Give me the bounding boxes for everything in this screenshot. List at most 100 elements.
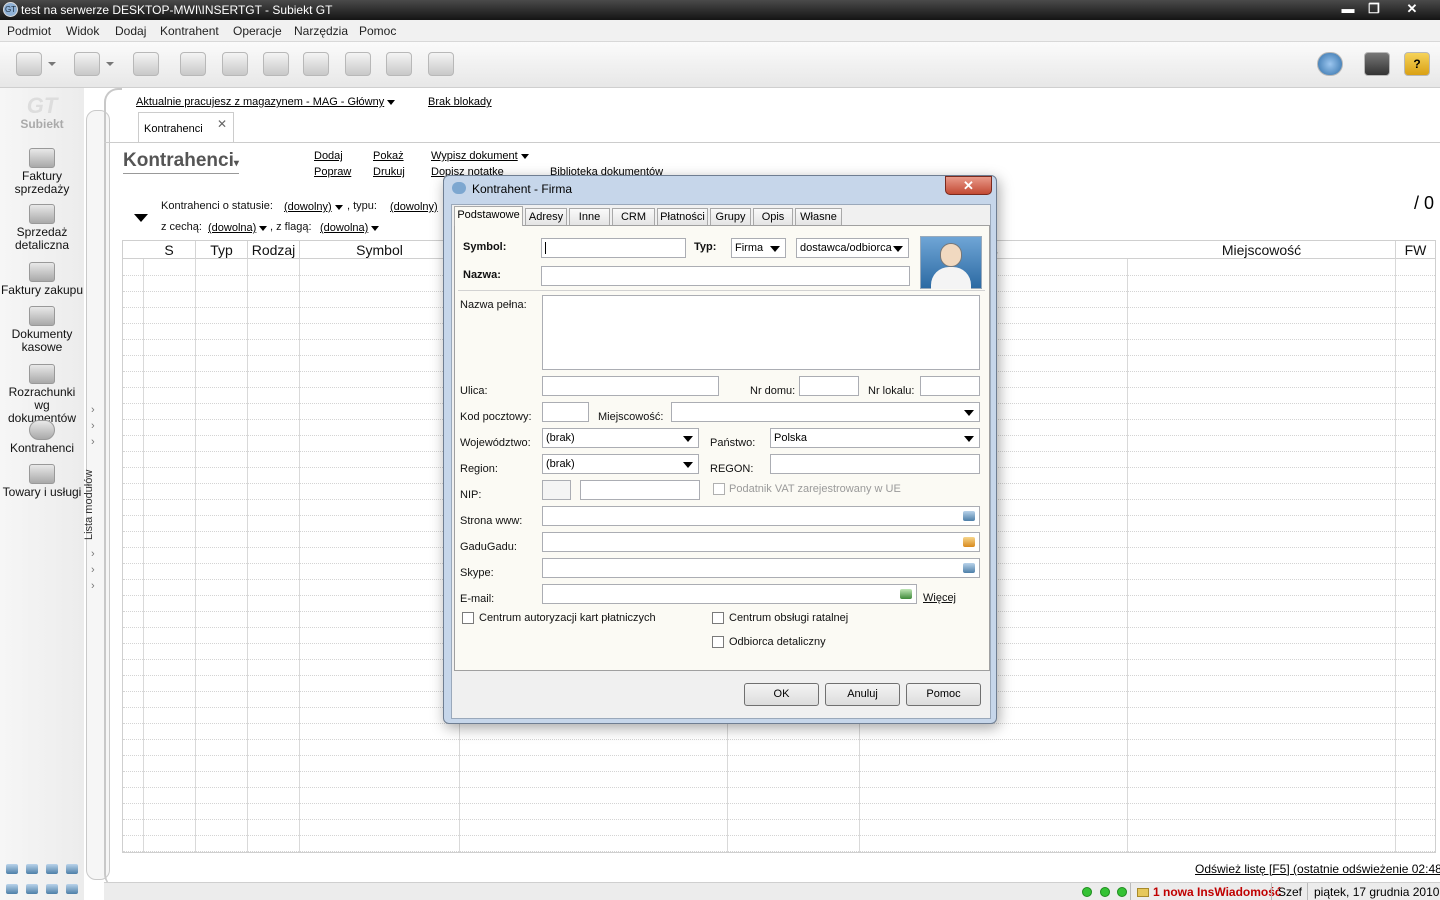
sidebar-item-dokumenty-kasowe[interactable]: Dokumenty kasowe <box>0 306 84 354</box>
postal-code-input[interactable] <box>542 402 589 422</box>
new-document-icon[interactable] <box>16 52 42 76</box>
tab-grupy[interactable]: Grupy <box>710 208 751 226</box>
status-filter[interactable]: (dowolny) <box>284 201 343 213</box>
table-row[interactable] <box>123 787 1435 788</box>
gadugadu-icon[interactable] <box>963 537 975 547</box>
tab-wlasne[interactable]: Własne <box>795 208 842 226</box>
full-name-textarea[interactable] <box>542 295 980 370</box>
cancel-button[interactable]: Anuluj <box>825 683 900 706</box>
retail-customer-checkbox[interactable] <box>712 636 724 648</box>
lock-link[interactable]: Brak blokady <box>428 96 492 108</box>
name-input[interactable] <box>541 266 910 286</box>
skype-icon[interactable] <box>963 563 975 573</box>
print-icon[interactable] <box>263 52 289 76</box>
maximize-button[interactable]: ❐ <box>1362 0 1386 19</box>
flat-number-input[interactable] <box>920 376 980 396</box>
add-link[interactable]: Dodaj <box>314 150 343 162</box>
refresh-list-link[interactable]: Odśwież listę [F5] (ostatnie odświeżenie… <box>1195 862 1440 876</box>
nip-input[interactable] <box>580 480 700 500</box>
filter-toggle-icon[interactable] <box>134 214 148 222</box>
chevron-down-icon[interactable] <box>48 62 56 66</box>
nip-prefix-input[interactable] <box>542 480 571 500</box>
gadugadu-input[interactable] <box>542 532 980 552</box>
feature-filter[interactable]: (dowolna) <box>208 222 267 234</box>
close-window-button[interactable]: ✕ <box>1388 0 1436 19</box>
box-icon[interactable] <box>1364 52 1390 76</box>
module-icon[interactable] <box>66 884 78 894</box>
module-icon[interactable] <box>46 864 58 874</box>
symbol-input[interactable] <box>541 238 686 258</box>
table-row[interactable] <box>123 819 1435 820</box>
column-header-miejscowosc[interactable]: Miejscowość <box>1128 241 1396 259</box>
menu-podmiot[interactable]: Podmiot <box>7 24 51 38</box>
region-select[interactable]: (brak) <box>542 454 699 474</box>
open-icon[interactable] <box>74 52 100 76</box>
globe-icon[interactable] <box>1317 52 1343 76</box>
sidebar-item-faktury-zakupu[interactable]: Faktury zakupu <box>0 262 84 297</box>
vat-ue-checkbox[interactable] <box>713 483 725 495</box>
sidebar-item-kontrahenci[interactable]: Kontrahenci <box>0 420 84 455</box>
warehouse-link[interactable]: Aktualnie pracujesz z magazynem - MAG - … <box>136 96 395 108</box>
user-icon[interactable] <box>428 52 454 76</box>
tab-inne[interactable]: Inne <box>569 208 610 226</box>
tab-platnosci[interactable]: Płatności <box>657 208 708 226</box>
tab-opis[interactable]: Opis <box>753 208 793 226</box>
table-row[interactable] <box>123 739 1435 740</box>
flag-filter[interactable]: (dowolna) <box>320 222 379 234</box>
module-icon[interactable] <box>26 884 38 894</box>
copy-icon[interactable] <box>303 52 329 76</box>
chevron-right-icon[interactable]: › <box>91 436 95 448</box>
menu-dodaj[interactable]: Dodaj <box>115 24 146 38</box>
print-link[interactable]: Drukuj <box>373 166 405 178</box>
tab-adresy[interactable]: Adresy <box>525 208 567 226</box>
help-button[interactable]: Pomoc <box>906 683 981 706</box>
regon-input[interactable] <box>770 454 980 474</box>
sidebar-item-rozrachunki[interactable]: Rozrachunki wg dokumentów <box>0 364 84 425</box>
tab-podstawowe[interactable]: Podstawowe <box>454 206 523 226</box>
edit-link[interactable]: Popraw <box>314 166 351 178</box>
table-row[interactable] <box>123 771 1435 772</box>
module-icon[interactable] <box>6 864 18 874</box>
column-header-typ[interactable]: Typ <box>196 241 248 259</box>
email-input[interactable] <box>542 584 917 604</box>
export-icon[interactable] <box>386 52 412 76</box>
minimize-button[interactable]: ▬ <box>1336 0 1360 19</box>
module-icon[interactable] <box>26 864 38 874</box>
module-icon[interactable] <box>6 884 18 894</box>
chevron-right-icon[interactable]: › <box>91 404 95 416</box>
menu-pomoc[interactable]: Pomoc <box>359 24 396 38</box>
skype-input[interactable] <box>542 558 980 578</box>
street-input[interactable] <box>542 376 719 396</box>
menu-narzedzia[interactable]: Narzędzia <box>294 24 348 38</box>
table-row[interactable] <box>123 851 1435 852</box>
send-email-icon[interactable] <box>900 589 912 599</box>
chevron-right-icon[interactable]: › <box>91 564 95 576</box>
column-header-rodzaj[interactable]: Rodzaj <box>248 241 300 259</box>
documents-icon[interactable] <box>133 52 159 76</box>
contractor-avatar[interactable] <box>920 236 982 289</box>
open-www-icon[interactable] <box>963 511 975 521</box>
province-select[interactable]: (brak) <box>542 428 699 448</box>
eraser-icon[interactable] <box>180 52 206 76</box>
table-row[interactable] <box>123 803 1435 804</box>
tab-crm[interactable]: CRM <box>612 208 655 226</box>
city-select[interactable] <box>671 402 980 422</box>
type-select[interactable]: Firma <box>731 238 786 258</box>
sidebar-item-faktury-sprzedazy[interactable]: Faktury sprzedaży <box>0 148 84 196</box>
transfer-icon[interactable] <box>345 52 371 76</box>
menu-widok[interactable]: Widok <box>66 24 99 38</box>
menu-kontrahent[interactable]: Kontrahent <box>160 24 219 38</box>
installment-center-checkbox[interactable] <box>712 612 724 624</box>
www-input[interactable] <box>542 506 980 526</box>
show-link[interactable]: Pokaż <box>373 150 404 162</box>
page-title[interactable]: Kontrahenci▾ <box>123 150 239 174</box>
house-number-input[interactable] <box>799 376 859 396</box>
chevron-right-icon[interactable]: › <box>91 420 95 432</box>
kind-select[interactable]: dostawca/odbiorca <box>796 238 909 258</box>
column-header-fw[interactable]: FW <box>1396 241 1435 259</box>
table-row[interactable] <box>123 835 1435 836</box>
column-header-symbol[interactable]: Symbol <box>300 241 460 259</box>
module-icon[interactable] <box>66 864 78 874</box>
country-select[interactable]: Polska <box>770 428 980 448</box>
issue-document-link[interactable]: Wypisz dokument <box>431 150 529 162</box>
